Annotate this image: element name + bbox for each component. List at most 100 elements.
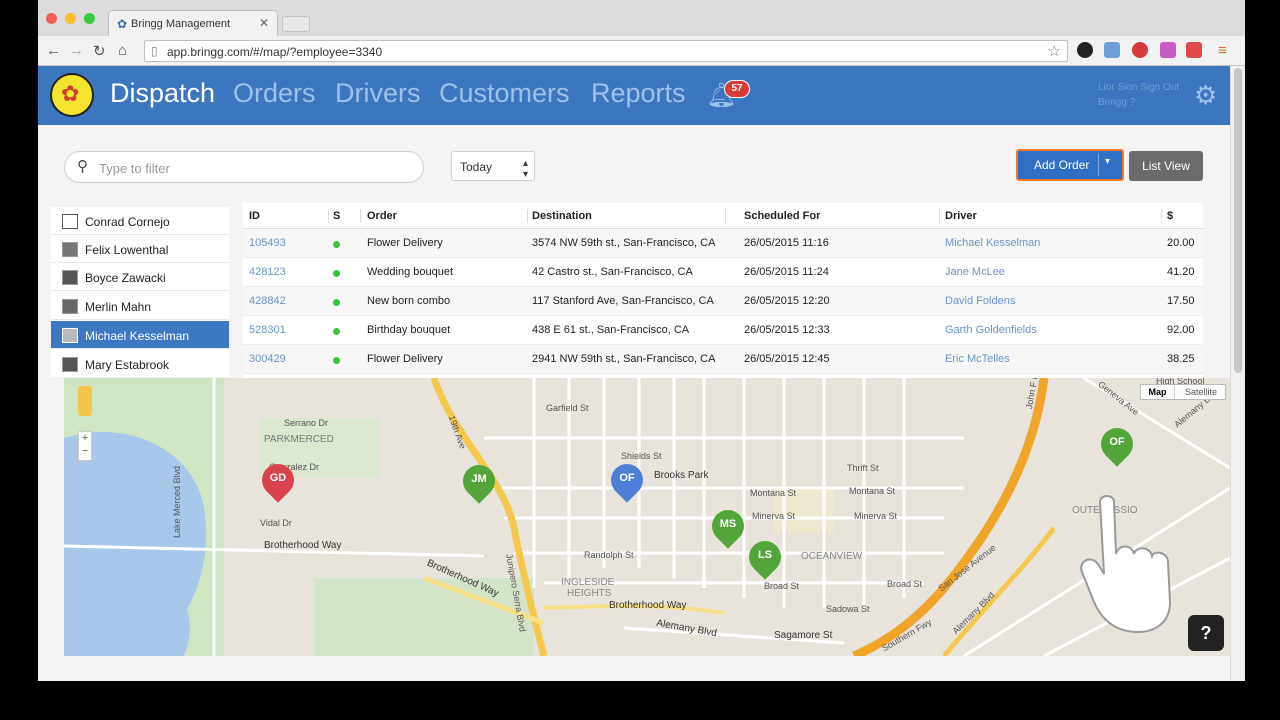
scrollbar-thumb[interactable]: [1234, 68, 1242, 373]
destination: 3574 NW 59th st., San-Francisco, CA: [532, 237, 716, 249]
column-header-id[interactable]: ID: [249, 210, 260, 222]
nav-customers[interactable]: Customers: [439, 78, 570, 109]
employee-name: Merlin Mahn: [85, 300, 152, 314]
adblock-icon[interactable]: [1132, 42, 1148, 58]
map-pin-ls[interactable]: LS: [742, 534, 788, 585]
map-label: Brotherhood Way: [264, 540, 342, 551]
new-tab-button[interactable]: [282, 16, 310, 32]
browser-tab[interactable]: ✿ Bringg Management ✕: [108, 10, 278, 36]
column-divider: [360, 209, 361, 223]
reload-icon[interactable]: ↻: [93, 42, 106, 60]
column-header-scheduled[interactable]: Scheduled For: [744, 210, 820, 222]
sign-out-link[interactable]: Sign Out: [1140, 82, 1179, 93]
map-label: Brooks Park: [654, 470, 709, 481]
driver-link[interactable]: Garth Goldenfields: [945, 324, 1037, 336]
help-button[interactable]: ?: [1188, 615, 1224, 651]
employee-item[interactable]: Merlin Mahn: [51, 292, 229, 320]
gear-icon[interactable]: ⚙: [1194, 80, 1217, 111]
driver-link[interactable]: Michael Kesselman: [945, 237, 1040, 249]
map-label: Montana St: [849, 486, 896, 496]
table-row[interactable]: 300429 Flower Delivery 2941 NW 59th st.,…: [243, 345, 1203, 374]
employee-item[interactable]: Mary Estabrook: [51, 350, 229, 377]
map-type-map-button[interactable]: Map: [1141, 385, 1175, 399]
pointer-hand-icon: [1080, 495, 1172, 634]
column-header-order[interactable]: Order: [367, 210, 397, 222]
filter-field[interactable]: ⚲: [64, 151, 424, 183]
page-scrollbar[interactable]: [1230, 66, 1245, 681]
driver-link[interactable]: David Foldens: [945, 295, 1015, 307]
driver-link[interactable]: Eric McTelles: [945, 353, 1010, 365]
map-type-satellite-button[interactable]: Satellite: [1176, 385, 1226, 399]
list-view-button[interactable]: List View: [1129, 151, 1203, 181]
extension-icon-2[interactable]: [1104, 42, 1120, 58]
table-header: ID S Order Destination Scheduled For Dri…: [243, 203, 1203, 229]
chevron-down-icon[interactable]: ▾: [1105, 156, 1110, 167]
employee-item[interactable]: Conrad Cornejo: [51, 207, 229, 235]
add-order-button[interactable]: Add Order ▾: [1016, 149, 1124, 181]
map-label: Garfield St: [546, 403, 589, 413]
dispatch-map[interactable]: PARKMERCED INGLESIDE HEIGHTS OCEANVIEW O…: [64, 378, 1230, 656]
forward-icon[interactable]: →: [69, 42, 84, 59]
destination: 2941 NW 59th st., San-Francisco, CA: [532, 353, 716, 365]
pin-label: JM: [471, 473, 487, 485]
extension-icon-4[interactable]: [1160, 42, 1176, 58]
bringg-logo[interactable]: ✿: [50, 73, 94, 117]
nav-orders[interactable]: Orders: [233, 78, 316, 109]
zoom-out-button[interactable]: −: [79, 445, 91, 458]
column-header-destination[interactable]: Destination: [532, 210, 592, 222]
avatar: [62, 328, 78, 343]
column-header-driver[interactable]: Driver: [945, 210, 977, 222]
maximize-window-button[interactable]: [84, 13, 95, 24]
map-label: Sagamore St: [774, 630, 833, 641]
nav-reports[interactable]: Reports: [591, 78, 686, 109]
nav-drivers[interactable]: Drivers: [335, 78, 421, 109]
table-row[interactable]: 428842 New born combo 117 Stanford Ave, …: [243, 287, 1203, 316]
address-bar[interactable]: ▯ app.bringg.com/#/map/?employee=3340 ☆: [144, 40, 1068, 62]
order-name: New born combo: [367, 295, 451, 307]
close-window-button[interactable]: [46, 13, 57, 24]
table-row[interactable]: 528301 Birthday bouquet 438 E 61 st., Sa…: [243, 316, 1203, 345]
bookmark-star-icon[interactable]: ☆: [1048, 42, 1061, 60]
minimize-window-button[interactable]: [65, 13, 76, 24]
map-pin-jm[interactable]: JM: [456, 458, 502, 509]
flower-icon: ✿: [61, 81, 80, 106]
employee-item-selected[interactable]: Michael Kesselman: [51, 321, 229, 349]
pin-label: LS: [757, 549, 773, 561]
employee-item[interactable]: Boyce Zawacki: [51, 263, 229, 291]
map-pin-gd[interactable]: GD: [255, 457, 301, 508]
driver-link[interactable]: Jane McLee: [945, 266, 1005, 278]
map-pin-of[interactable]: OF: [604, 457, 650, 508]
menu-icon[interactable]: ≡: [1218, 42, 1227, 59]
map-label: Lake Merced Blvd: [172, 465, 182, 538]
street-view-pegman-icon[interactable]: [78, 386, 92, 416]
back-icon[interactable]: ←: [46, 42, 61, 59]
column-divider: [1161, 209, 1162, 223]
user-name: Lior Sion: [1098, 82, 1138, 93]
table-row[interactable]: 105493 Flower Delivery 3574 NW 59th st.,…: [243, 229, 1203, 258]
filter-input[interactable]: [99, 158, 399, 178]
url-text: app.bringg.com/#/map/?employee=3340: [167, 45, 383, 59]
page-icon: ▯: [151, 44, 158, 58]
map-label: Thrift St: [847, 463, 879, 473]
music-icon[interactable]: [1186, 42, 1202, 58]
map-label: Serrano Dr: [284, 418, 329, 428]
table-row[interactable]: 428123 Wedding bouquet 42 Castro st., Sa…: [243, 258, 1203, 287]
avatar: [62, 270, 78, 285]
employee-item[interactable]: Felix Lowenthal: [51, 235, 229, 263]
order-id-link[interactable]: 428123: [249, 266, 286, 278]
map-pin-of-east[interactable]: OF: [1094, 421, 1140, 472]
close-tab-icon[interactable]: ✕: [259, 16, 269, 30]
home-icon[interactable]: ⌂: [118, 42, 127, 59]
order-id-link[interactable]: 300429: [249, 353, 286, 365]
date-select[interactable]: Today ▴ ▾: [451, 151, 535, 181]
zoom-in-button[interactable]: +: [79, 432, 91, 445]
map-pin-ms[interactable]: MS: [705, 503, 751, 554]
extension-icon-1[interactable]: [1077, 42, 1093, 58]
column-header-status[interactable]: S: [333, 210, 340, 222]
user-info: Lior Sion Sign Out Bringg ?: [1098, 80, 1179, 110]
column-header-amount[interactable]: $: [1167, 210, 1173, 222]
nav-dispatch[interactable]: Dispatch: [110, 78, 215, 109]
order-id-link[interactable]: 528301: [249, 324, 286, 336]
order-id-link[interactable]: 105493: [249, 237, 286, 249]
order-id-link[interactable]: 428842: [249, 295, 286, 307]
